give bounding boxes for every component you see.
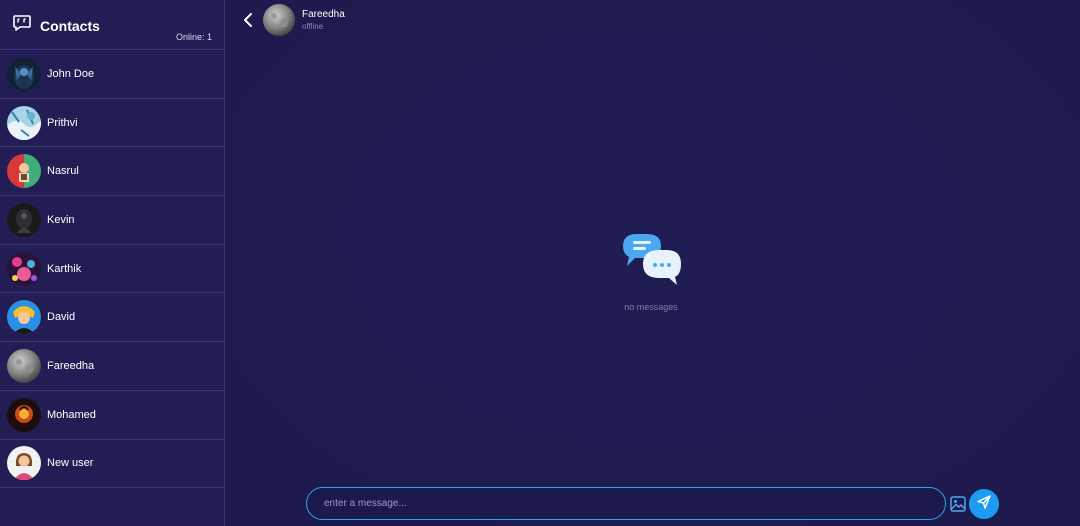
avatar bbox=[7, 56, 41, 91]
empty-state-text: no messages bbox=[624, 302, 678, 312]
contact-item-new-user[interactable]: New user bbox=[0, 440, 224, 489]
avatar bbox=[7, 397, 41, 432]
contact-name: New user bbox=[47, 457, 94, 470]
avatar bbox=[7, 251, 41, 286]
contact-item-kevin[interactable]: Kevin bbox=[0, 196, 224, 245]
sidebar-title-row: Contacts bbox=[12, 13, 100, 38]
contact-name: Kevin bbox=[47, 213, 75, 226]
chevron-left-icon[interactable] bbox=[241, 11, 255, 29]
contact-item-mohamed[interactable]: Mohamed bbox=[0, 391, 224, 440]
contact-name: David bbox=[47, 311, 76, 324]
avatar bbox=[7, 446, 41, 481]
sidebar-header: Contacts Online: 1 bbox=[0, 0, 224, 50]
contact-item-david[interactable]: David bbox=[0, 293, 224, 343]
avatar bbox=[7, 348, 41, 383]
app: Contacts Online: 1 John Doe Prithvi Nasr… bbox=[0, 0, 1080, 526]
send-button[interactable] bbox=[969, 489, 999, 519]
contact-name: Karthik bbox=[47, 262, 82, 275]
contact-item-karthik[interactable]: Karthik bbox=[0, 245, 224, 294]
avatar bbox=[7, 105, 41, 140]
contact-item-john-doe[interactable]: John Doe bbox=[0, 50, 224, 99]
online-count: Online: 1 bbox=[175, 32, 212, 42]
chat-bubble-icon bbox=[12, 13, 32, 38]
contact-name: John Doe bbox=[47, 67, 95, 80]
contact-name: Mohamed bbox=[47, 408, 96, 421]
message-input[interactable] bbox=[324, 498, 945, 509]
sidebar-title: Contacts bbox=[40, 17, 100, 34]
chat-panel: Fareedha offline no messages bbox=[225, 0, 1080, 526]
send-icon bbox=[976, 494, 992, 515]
contact-item-prithvi[interactable]: Prithvi bbox=[0, 99, 224, 148]
image-icon[interactable] bbox=[949, 495, 967, 513]
composer bbox=[306, 487, 946, 520]
avatar bbox=[7, 202, 41, 237]
sidebar: Contacts Online: 1 John Doe Prithvi Nasr… bbox=[0, 0, 225, 526]
contact-item-fareedha[interactable]: Fareedha bbox=[0, 342, 224, 391]
chat-bubbles-icon bbox=[619, 230, 685, 288]
chat-header: Fareedha offline bbox=[225, 0, 1080, 40]
contact-name: Prithvi bbox=[47, 116, 78, 129]
avatar bbox=[7, 300, 41, 335]
contact-name: Fareedha bbox=[47, 359, 95, 372]
contact-item-nasrul[interactable]: Nasrul bbox=[0, 147, 224, 197]
avatar bbox=[7, 154, 41, 189]
contact-name: Nasrul bbox=[47, 165, 79, 178]
chat-contact-name: Fareedha bbox=[302, 9, 345, 20]
chat-contact-status: offline bbox=[302, 22, 324, 31]
chat-avatar bbox=[263, 4, 295, 36]
